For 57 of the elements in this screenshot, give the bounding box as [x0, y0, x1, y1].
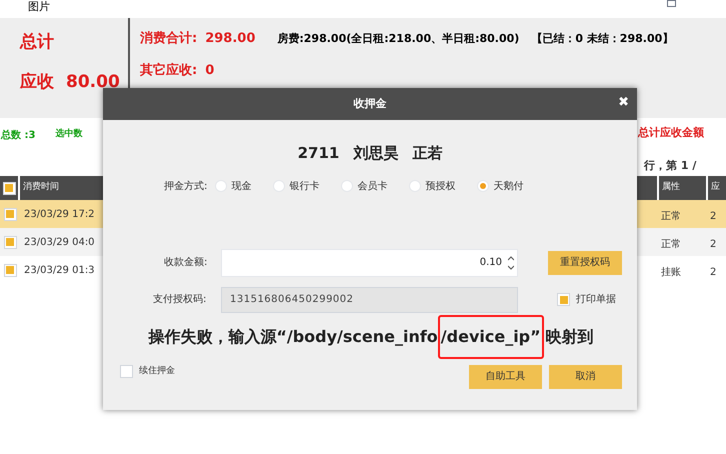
table-cell: 挂账 — [661, 267, 681, 278]
consumption-label: 消费合计: — [140, 30, 198, 48]
guest-name: 正若 — [412, 143, 442, 164]
dialog-title: 收押金 — [354, 96, 386, 112]
method-label: 押金方式: — [164, 180, 208, 194]
header-checkbox[interactable] — [2, 182, 16, 194]
dialog-button[interactable]: 自助工具 — [469, 364, 542, 388]
total-count: 总数 :3 — [1, 128, 36, 143]
room-fee-text: 房费:298.00(全日租:218.00、半日租:80.00) — [277, 30, 520, 46]
radio-option[interactable]: 天鹅付 — [477, 178, 524, 194]
window-title: 图片 — [28, 0, 50, 13]
amount-input[interactable]: 0.10 — [221, 248, 518, 276]
amount-label: 收款金额: — [164, 256, 208, 270]
total-label: 总计 — [20, 31, 55, 54]
total-receivable-label: 总计应收金额 — [638, 125, 704, 141]
dialog-button[interactable]: 取消 — [549, 364, 622, 388]
table-cell-text: 23/03/29 01:3 — [23, 264, 95, 278]
table-cell-text: 23/03/29 17:2 — [23, 208, 95, 222]
auth-code-label: 支付授权码: — [153, 292, 208, 307]
selected-count: 选中数 — [55, 128, 82, 141]
radio-option[interactable]: 银行卡 — [273, 178, 320, 194]
radio-option[interactable]: 预授权 — [409, 178, 456, 194]
table-cell: 2 — [710, 211, 716, 222]
maximize-icon[interactable] — [667, 0, 676, 7]
renew-checkbox[interactable] — [120, 364, 133, 378]
receivable-label: 应收 — [20, 70, 54, 94]
reset-code-button[interactable]: 重置授权码 — [548, 250, 622, 274]
consumption-value: 298.00 — [205, 30, 256, 48]
row-checkbox[interactable] — [4, 264, 16, 276]
other-receivable-label: 其它应收: — [140, 62, 198, 80]
table-cell-text: 23/03/29 04:0 — [23, 236, 95, 250]
guest-name: 刘思昊 — [353, 143, 398, 164]
highlighted-text: /device_ip” — [438, 314, 544, 358]
row-checkbox[interactable] — [4, 208, 16, 220]
radio-option[interactable]: 现金 — [215, 178, 252, 194]
print-checkbox[interactable] — [557, 293, 570, 306]
column-header: 属性 — [662, 181, 680, 194]
other-receivable-value: 0 — [205, 62, 214, 80]
print-label: 打印单据 — [576, 292, 616, 307]
row-checkbox[interactable] — [4, 236, 16, 248]
auth-code-input[interactable]: 131516806450299002 — [221, 286, 518, 312]
radio-option[interactable]: 会员卡 — [341, 178, 388, 194]
error-message: 映射到 — [546, 326, 594, 348]
close-icon[interactable]: ✖ — [618, 95, 629, 111]
pager-text: 行，第 1 / — [642, 158, 698, 174]
table-cell: 2 — [710, 267, 716, 278]
error-message: 操作失败，输入源“/body/scene_info — [148, 326, 438, 348]
receivable-value: 80.00 — [66, 70, 120, 94]
column-header: 消费时间 — [22, 181, 59, 194]
settlement-text: 【已结：0 未结：298.00】 — [531, 30, 674, 46]
table-cell: 正常 — [661, 239, 681, 250]
table-cell: 正常 — [661, 211, 681, 222]
column-header: 应 — [711, 181, 720, 194]
room-number: 2711 — [298, 143, 340, 164]
table-cell: 2 — [710, 239, 716, 250]
renew-label: 续住押金 — [139, 364, 175, 378]
spinner-icon[interactable] — [508, 256, 514, 270]
